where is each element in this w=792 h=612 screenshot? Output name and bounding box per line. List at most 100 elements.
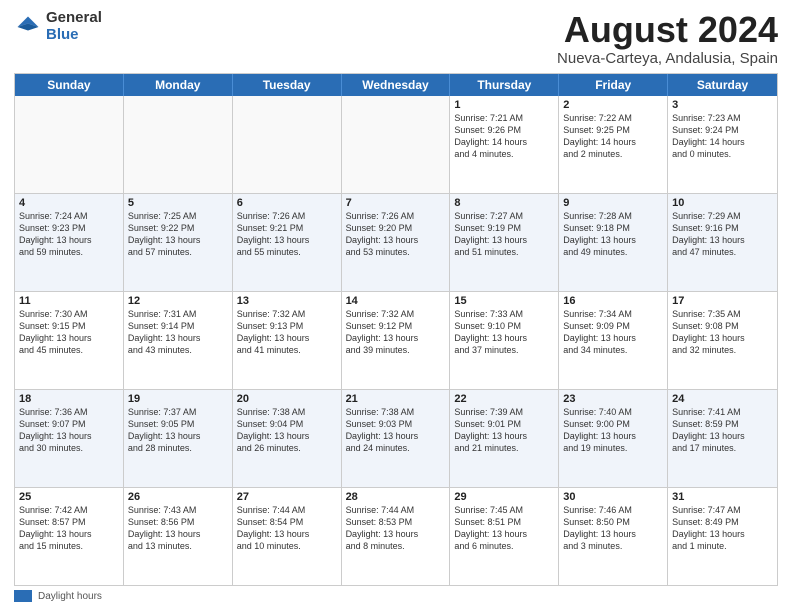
cal-cell-day-2: 2Sunrise: 7:22 AM Sunset: 9:25 PM Daylig… [559,96,668,193]
day-number: 10 [672,197,773,209]
day-info: Sunrise: 7:38 AM Sunset: 9:03 PM Dayligh… [346,406,446,455]
cal-week-2: 4Sunrise: 7:24 AM Sunset: 9:23 PM Daylig… [15,194,777,292]
cal-cell-empty [124,96,233,193]
cal-cell-day-27: 27Sunrise: 7:44 AM Sunset: 8:54 PM Dayli… [233,488,342,585]
cal-cell-day-24: 24Sunrise: 7:41 AM Sunset: 8:59 PM Dayli… [668,390,777,487]
cal-header-thursday: Thursday [450,74,559,96]
cal-header-wednesday: Wednesday [342,74,451,96]
cal-cell-empty [342,96,451,193]
day-number: 12 [128,295,228,307]
header: General Blue August 2024 Nueva-Carteya, … [14,10,778,67]
day-number: 14 [346,295,446,307]
cal-cell-day-12: 12Sunrise: 7:31 AM Sunset: 9:14 PM Dayli… [124,292,233,389]
cal-cell-day-19: 19Sunrise: 7:37 AM Sunset: 9:05 PM Dayli… [124,390,233,487]
cal-week-3: 11Sunrise: 7:30 AM Sunset: 9:15 PM Dayli… [15,292,777,390]
calendar: SundayMondayTuesdayWednesdayThursdayFrid… [14,73,778,586]
day-number: 26 [128,491,228,503]
day-number: 11 [19,295,119,307]
cal-cell-day-26: 26Sunrise: 7:43 AM Sunset: 8:56 PM Dayli… [124,488,233,585]
cal-cell-day-13: 13Sunrise: 7:32 AM Sunset: 9:13 PM Dayli… [233,292,342,389]
page: General Blue August 2024 Nueva-Carteya, … [0,0,792,612]
cal-cell-day-22: 22Sunrise: 7:39 AM Sunset: 9:01 PM Dayli… [450,390,559,487]
day-info: Sunrise: 7:23 AM Sunset: 9:24 PM Dayligh… [672,112,773,161]
day-number: 27 [237,491,337,503]
cal-cell-day-31: 31Sunrise: 7:47 AM Sunset: 8:49 PM Dayli… [668,488,777,585]
main-title: August 2024 [557,10,778,50]
calendar-body: 1Sunrise: 7:21 AM Sunset: 9:26 PM Daylig… [15,96,777,585]
day-info: Sunrise: 7:33 AM Sunset: 9:10 PM Dayligh… [454,308,554,357]
footer: Daylight hours [14,586,778,602]
cal-cell-day-30: 30Sunrise: 7:46 AM Sunset: 8:50 PM Dayli… [559,488,668,585]
day-number: 15 [454,295,554,307]
day-info: Sunrise: 7:36 AM Sunset: 9:07 PM Dayligh… [19,406,119,455]
cal-cell-day-3: 3Sunrise: 7:23 AM Sunset: 9:24 PM Daylig… [668,96,777,193]
cal-cell-day-28: 28Sunrise: 7:44 AM Sunset: 8:53 PM Dayli… [342,488,451,585]
day-number: 8 [454,197,554,209]
cal-cell-day-21: 21Sunrise: 7:38 AM Sunset: 9:03 PM Dayli… [342,390,451,487]
day-info: Sunrise: 7:27 AM Sunset: 9:19 PM Dayligh… [454,210,554,259]
day-info: Sunrise: 7:29 AM Sunset: 9:16 PM Dayligh… [672,210,773,259]
day-number: 13 [237,295,337,307]
cal-cell-day-11: 11Sunrise: 7:30 AM Sunset: 9:15 PM Dayli… [15,292,124,389]
cal-cell-day-20: 20Sunrise: 7:38 AM Sunset: 9:04 PM Dayli… [233,390,342,487]
day-number: 29 [454,491,554,503]
calendar-header-row: SundayMondayTuesdayWednesdayThursdayFrid… [15,74,777,96]
day-info: Sunrise: 7:25 AM Sunset: 9:22 PM Dayligh… [128,210,228,259]
cal-cell-day-16: 16Sunrise: 7:34 AM Sunset: 9:09 PM Dayli… [559,292,668,389]
cal-cell-day-6: 6Sunrise: 7:26 AM Sunset: 9:21 PM Daylig… [233,194,342,291]
cal-cell-day-9: 9Sunrise: 7:28 AM Sunset: 9:18 PM Daylig… [559,194,668,291]
cal-cell-day-14: 14Sunrise: 7:32 AM Sunset: 9:12 PM Dayli… [342,292,451,389]
day-number: 6 [237,197,337,209]
day-number: 16 [563,295,663,307]
day-info: Sunrise: 7:42 AM Sunset: 8:57 PM Dayligh… [19,504,119,553]
day-info: Sunrise: 7:37 AM Sunset: 9:05 PM Dayligh… [128,406,228,455]
day-info: Sunrise: 7:41 AM Sunset: 8:59 PM Dayligh… [672,406,773,455]
title-block: August 2024 Nueva-Carteya, Andalusia, Sp… [557,10,778,67]
cal-cell-day-1: 1Sunrise: 7:21 AM Sunset: 9:26 PM Daylig… [450,96,559,193]
day-info: Sunrise: 7:22 AM Sunset: 9:25 PM Dayligh… [563,112,663,161]
cal-header-friday: Friday [559,74,668,96]
cal-cell-day-15: 15Sunrise: 7:33 AM Sunset: 9:10 PM Dayli… [450,292,559,389]
day-info: Sunrise: 7:30 AM Sunset: 9:15 PM Dayligh… [19,308,119,357]
day-number: 21 [346,393,446,405]
day-info: Sunrise: 7:45 AM Sunset: 8:51 PM Dayligh… [454,504,554,553]
day-info: Sunrise: 7:31 AM Sunset: 9:14 PM Dayligh… [128,308,228,357]
day-info: Sunrise: 7:21 AM Sunset: 9:26 PM Dayligh… [454,112,554,161]
cal-cell-empty [233,96,342,193]
cal-header-sunday: Sunday [15,74,124,96]
cal-week-4: 18Sunrise: 7:36 AM Sunset: 9:07 PM Dayli… [15,390,777,488]
day-number: 25 [19,491,119,503]
day-number: 3 [672,99,773,111]
day-info: Sunrise: 7:40 AM Sunset: 9:00 PM Dayligh… [563,406,663,455]
day-number: 17 [672,295,773,307]
day-number: 4 [19,197,119,209]
day-number: 23 [563,393,663,405]
cal-cell-day-29: 29Sunrise: 7:45 AM Sunset: 8:51 PM Dayli… [450,488,559,585]
daylight-swatch [14,590,32,602]
cal-cell-day-10: 10Sunrise: 7:29 AM Sunset: 9:16 PM Dayli… [668,194,777,291]
day-number: 24 [672,393,773,405]
logo-blue: Blue [46,27,102,44]
day-number: 5 [128,197,228,209]
day-info: Sunrise: 7:47 AM Sunset: 8:49 PM Dayligh… [672,504,773,553]
day-info: Sunrise: 7:34 AM Sunset: 9:09 PM Dayligh… [563,308,663,357]
logo-icon [14,13,42,41]
day-info: Sunrise: 7:44 AM Sunset: 8:53 PM Dayligh… [346,504,446,553]
day-number: 9 [563,197,663,209]
day-info: Sunrise: 7:39 AM Sunset: 9:01 PM Dayligh… [454,406,554,455]
cal-cell-day-18: 18Sunrise: 7:36 AM Sunset: 9:07 PM Dayli… [15,390,124,487]
day-info: Sunrise: 7:32 AM Sunset: 9:13 PM Dayligh… [237,308,337,357]
cal-cell-day-25: 25Sunrise: 7:42 AM Sunset: 8:57 PM Dayli… [15,488,124,585]
day-number: 30 [563,491,663,503]
cal-header-tuesday: Tuesday [233,74,342,96]
day-number: 2 [563,99,663,111]
subtitle: Nueva-Carteya, Andalusia, Spain [557,50,778,67]
logo-general: General [46,10,102,27]
day-info: Sunrise: 7:26 AM Sunset: 9:20 PM Dayligh… [346,210,446,259]
footer-label: Daylight hours [38,591,102,602]
day-info: Sunrise: 7:46 AM Sunset: 8:50 PM Dayligh… [563,504,663,553]
day-number: 31 [672,491,773,503]
day-number: 22 [454,393,554,405]
day-number: 18 [19,393,119,405]
day-info: Sunrise: 7:26 AM Sunset: 9:21 PM Dayligh… [237,210,337,259]
